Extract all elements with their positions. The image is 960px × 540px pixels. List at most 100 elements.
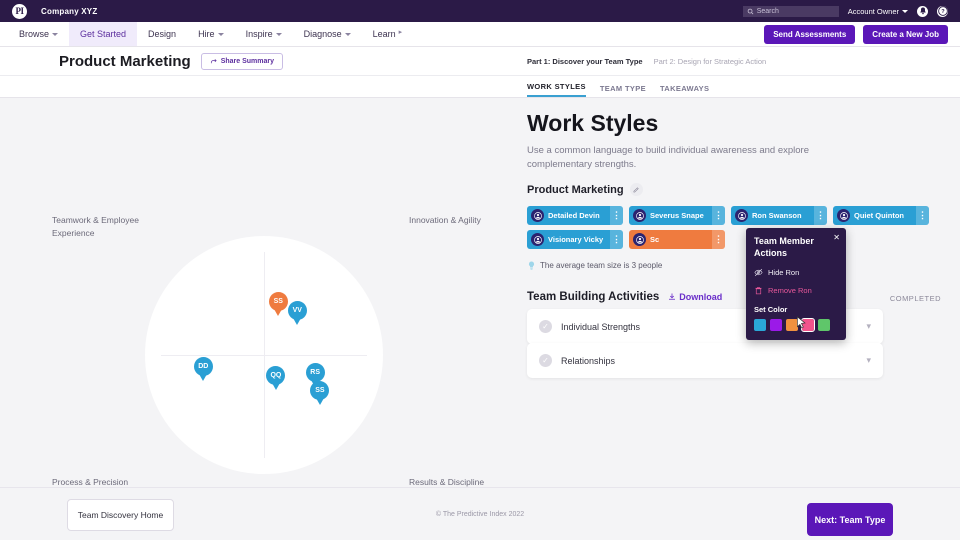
chart-pin[interactable]: RS xyxy=(305,363,325,383)
bell-icon[interactable] xyxy=(917,5,928,17)
pencil-icon[interactable] xyxy=(629,183,643,196)
member-actions-menu-icon[interactable]: ⋮ xyxy=(610,230,623,249)
team-discovery-home-button[interactable]: Team Discovery Home xyxy=(67,499,174,531)
person-badge-icon xyxy=(735,209,748,222)
tab-takeaways[interactable]: TAKEAWAYS xyxy=(660,84,709,97)
chart-pin-label: RS xyxy=(310,369,321,377)
team-member-name: Detailed Devin xyxy=(548,211,600,220)
tab-work-styles[interactable]: WORK STYLES xyxy=(527,82,586,97)
share-summary-button[interactable]: Share Summary xyxy=(200,52,283,70)
part-tabs: Part 1: Discover your Team Type Part 2: … xyxy=(527,47,766,75)
chevron-down-icon xyxy=(52,32,59,36)
share-icon xyxy=(210,58,217,63)
nav-label: Inspire xyxy=(245,29,273,39)
remove-member-label: Remove Ron xyxy=(768,286,812,295)
top-bar-right: Search Account Owner ? xyxy=(742,5,952,17)
nav-item-hire[interactable]: Hire xyxy=(187,22,235,46)
hide-member-action[interactable]: Hide Ron xyxy=(754,268,838,277)
section-subheading: Use a common language to build individua… xyxy=(527,145,810,170)
tab-team-type[interactable]: TEAM TYPE xyxy=(600,84,646,97)
search-icon xyxy=(747,8,754,14)
part-tab-1[interactable]: Part 1: Discover your Team Type xyxy=(527,57,643,66)
chevron-down-icon xyxy=(344,32,351,36)
chevron-down-icon[interactable]: ▾ xyxy=(866,355,871,366)
popup-title: Team Member Actions xyxy=(754,236,814,258)
work-styles-detail: Work Styles Use a common language to bui… xyxy=(508,98,960,539)
member-actions-menu-icon[interactable]: ⋮ xyxy=(712,206,725,225)
member-actions-menu-icon[interactable]: ⋮ xyxy=(712,230,725,249)
pi-logo-icon[interactable]: PI xyxy=(12,3,27,19)
member-actions-menu-icon[interactable]: ⋮ xyxy=(610,206,623,225)
account-menu[interactable]: Account Owner xyxy=(848,7,908,16)
nav-item-get-started[interactable]: Get Started xyxy=(69,22,138,46)
nav-item-browse[interactable]: Browse xyxy=(8,22,69,46)
activities-header: Team Building Activities Download xyxy=(527,291,722,303)
nav-item-inspire[interactable]: Inspire xyxy=(235,22,293,46)
app-root: PI Company XYZ Search Account Owner ? Br… xyxy=(0,0,960,540)
team-member-chip[interactable]: Quiet Quinton ⋮ xyxy=(833,206,929,225)
nav-item-diagnose[interactable]: Diagnose xyxy=(293,22,362,46)
person-badge-icon xyxy=(633,209,646,222)
team-member-chip[interactable]: Detailed Devin ⋮ xyxy=(527,206,623,225)
search-input[interactable]: Search xyxy=(742,5,839,17)
chevron-down-icon[interactable]: ▾ xyxy=(866,321,871,332)
eye-off-icon xyxy=(754,268,763,277)
team-member-name: Severus Snape xyxy=(650,211,704,220)
download-button[interactable]: Download xyxy=(668,292,722,302)
chevron-down-icon xyxy=(902,9,908,13)
accordion-label: Relationships xyxy=(561,355,616,366)
color-swatch[interactable] xyxy=(770,319,782,331)
team-member-chip[interactable]: Severus Snape ⋮ xyxy=(629,206,725,225)
work-styles-chart: Teamwork & Employee Experience Innovatio… xyxy=(0,98,508,540)
chart-pin[interactable]: SS xyxy=(268,291,288,311)
team-member-chip[interactable]: Visionary Vicky ⋮ xyxy=(527,230,623,249)
team-member-chip[interactable]: Ron Swanson ⋮ xyxy=(731,206,827,225)
group-name: Product Marketing xyxy=(527,183,624,196)
color-swatch[interactable] xyxy=(754,319,766,331)
nav-item-learn[interactable]: Learn ▸ xyxy=(362,22,414,46)
help-icon[interactable]: ? xyxy=(937,5,948,17)
team-member-chip[interactable]: Sc ⋮ xyxy=(629,230,725,249)
close-icon[interactable]: ✕ xyxy=(833,233,840,242)
part-tab-2[interactable]: Part 2: Design for Strategic Action xyxy=(654,57,767,66)
person-badge-icon xyxy=(633,233,646,246)
color-swatch[interactable] xyxy=(818,319,830,331)
accordion-label: Individual Strengths xyxy=(561,321,641,332)
next-team-type-button[interactable]: Next: Team Type xyxy=(807,503,893,536)
sub-tabs: WORK STYLES TEAM TYPE TAKEAWAYS xyxy=(0,76,960,98)
copyright-text: © The Predictive Index 2022 xyxy=(435,511,525,518)
chart-pin[interactable]: QQ xyxy=(266,365,286,385)
section-heading: Work Styles xyxy=(527,110,659,136)
team-member-name: Quiet Quinton xyxy=(854,211,904,220)
lightbulb-icon xyxy=(528,261,535,270)
send-assessments-button[interactable]: Send Assessments xyxy=(764,24,856,44)
member-actions-menu-icon[interactable]: ⋮ xyxy=(916,206,929,225)
main-nav: Browse Get Started Design Hire Inspire D… xyxy=(0,22,960,47)
nav-label: Browse xyxy=(19,29,50,39)
color-swatches xyxy=(754,318,838,332)
remove-member-action[interactable]: Remove Ron xyxy=(754,286,838,295)
team-member-name: Sc xyxy=(650,235,660,244)
accordion-relationships[interactable]: ✓ Relationships ▾ xyxy=(527,343,883,378)
person-badge-icon xyxy=(531,233,544,246)
team-member-name: Ron Swanson xyxy=(752,211,802,220)
page-title: Product Marketing xyxy=(59,52,191,70)
chart-pin-label: QQ xyxy=(270,371,282,379)
chevron-down-icon xyxy=(275,32,282,36)
chart-pin-label: DD xyxy=(198,363,209,371)
nav-item-design[interactable]: Design xyxy=(137,22,187,46)
create-job-button[interactable]: Create a New Job xyxy=(863,24,948,44)
svg-text:?: ? xyxy=(941,9,945,15)
color-swatch[interactable] xyxy=(801,318,815,332)
team-member-actions-popup: ✕ Team Member Actions Hide Ron Remove Ro… xyxy=(746,228,846,340)
team-member-chips: Detailed Devin ⋮ Severus Snape ⋮ Ron Swanson… xyxy=(527,206,947,249)
nav-label: Get Started xyxy=(80,29,127,39)
chart-axis-horizontal xyxy=(161,355,367,356)
member-actions-menu-icon[interactable]: ⋮ xyxy=(814,206,827,225)
nav-label: Diagnose xyxy=(303,29,342,39)
check-circle-icon: ✓ xyxy=(539,320,552,333)
color-swatch[interactable] xyxy=(786,319,798,331)
person-badge-icon xyxy=(531,209,544,222)
download-icon xyxy=(669,293,676,300)
chart-circle: SS VV DD QQ RS SS xyxy=(145,236,383,474)
